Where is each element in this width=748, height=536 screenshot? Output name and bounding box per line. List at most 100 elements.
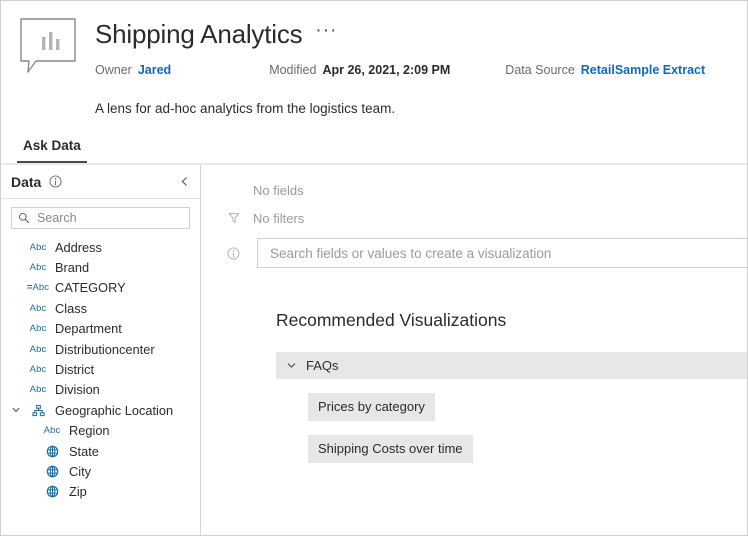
field-type-icon: Abc (25, 344, 51, 355)
field-row[interactable]: State (1, 441, 200, 461)
recommendation-chip[interactable]: Prices by category (308, 393, 435, 421)
ask-data-lens-page: Shipping Analytics ··· Owner Jared Modif… (0, 0, 748, 536)
recommended-visualizations-title: Recommended Visualizations (276, 310, 507, 330)
hierarchy-icon (25, 404, 51, 417)
modified-group: Modified Apr 26, 2021, 2:09 PM (269, 62, 450, 78)
page-header: Shipping Analytics ··· Owner Jared Modif… (1, 1, 747, 165)
field-row[interactable]: Zip (1, 482, 200, 502)
chevron-down-icon[interactable] (11, 405, 25, 415)
fields-row: No fields (201, 177, 747, 203)
text-field-icon: Abc (29, 323, 47, 335)
field-type-icon: Abc (25, 323, 51, 334)
datasource-label: Data Source (505, 63, 575, 77)
owner-group: Owner Jared (95, 62, 171, 78)
search-icon (18, 212, 30, 224)
recommendation-group-label: FAQs (306, 358, 339, 373)
text-field-icon: Abc (43, 425, 61, 437)
collapse-panel-button[interactable] (179, 176, 190, 187)
field-label: Division (55, 382, 100, 398)
field-type-icon: Abc (25, 384, 51, 395)
modified-label: Modified (269, 63, 317, 77)
recommendation-items: Prices by category Shipping Costs over ti… (308, 379, 747, 463)
ask-data-lens-icon (19, 17, 77, 75)
field-row[interactable]: =Abc CATEGORY (1, 278, 200, 298)
owner-link[interactable]: Jared (138, 62, 171, 78)
text-field-icon: Abc (29, 262, 47, 274)
field-label: City (69, 463, 92, 479)
main-panel: No fields No filters Search fields or va… (201, 165, 747, 535)
tab-label: Ask Data (23, 138, 81, 153)
no-fields-text: No fields (253, 182, 304, 198)
field-label: Department (55, 321, 122, 337)
field-row[interactable]: Abc Division (1, 380, 200, 400)
field-label: Distributioncenter (55, 341, 155, 357)
field-label: Brand (55, 260, 90, 276)
text-field-icon: Abc (29, 302, 47, 314)
tab-ask-data[interactable]: Ask Data (17, 134, 87, 163)
info-icon[interactable] (49, 175, 62, 188)
search-box[interactable] (11, 207, 190, 229)
page-body: Data Search Abc Address Abc Brand =Abc C… (1, 165, 747, 535)
info-icon[interactable] (227, 246, 253, 260)
field-row[interactable]: Abc Class (1, 298, 200, 318)
filter-icon (227, 211, 253, 225)
text-field-icon: Abc (29, 241, 47, 253)
overflow-menu-button[interactable]: ··· (315, 21, 337, 43)
datasource-group: Data Source RetailSample Extract (505, 62, 705, 78)
tab-bar: Ask Data (1, 134, 747, 165)
field-type-icon (39, 485, 65, 498)
sidebar-search-wrap (1, 199, 200, 235)
field-type-icon (39, 465, 65, 478)
field-label: Address (55, 239, 102, 255)
recommendation-group-header[interactable]: FAQs (276, 352, 747, 379)
geographic-field-icon (46, 485, 59, 498)
text-field-icon: Abc (29, 364, 47, 376)
field-row[interactable]: Abc Address (1, 237, 200, 257)
recommendation-item-row: Prices by category (308, 379, 747, 421)
geographic-field-icon (46, 465, 59, 478)
field-type-icon: Abc (25, 262, 51, 273)
title-block: Shipping Analytics ··· Owner Jared Modif… (95, 15, 705, 78)
field-type-icon: Abc (25, 364, 51, 375)
field-label: State (69, 443, 99, 459)
text-field-icon: Abc (29, 343, 47, 355)
field-row[interactable]: Abc Distributioncenter (1, 339, 200, 359)
field-row[interactable]: Abc Region (1, 421, 200, 441)
datasource-link[interactable]: RetailSample Extract (581, 62, 705, 78)
field-type-icon: Abc (39, 425, 65, 436)
query-input[interactable] (257, 238, 747, 268)
data-panel-header: Data (1, 165, 200, 199)
owner-label: Owner (95, 63, 132, 77)
lens-description: A lens for ad-hoc analytics from the log… (95, 101, 396, 116)
recommendation-groups: FAQs Prices by category Shipping Costs ove… (201, 352, 747, 463)
title-row: Shipping Analytics ··· Owner Jared Modif… (1, 15, 747, 78)
chevron-down-icon[interactable] (276, 360, 306, 371)
search-input[interactable] (37, 209, 167, 227)
field-row[interactable]: Abc District (1, 359, 200, 379)
field-list[interactable]: Abc Address Abc Brand =Abc CATEGORY Abc Class Ab… (1, 235, 200, 535)
field-type-icon: =Abc (25, 282, 51, 293)
field-label: District (55, 362, 95, 378)
field-row[interactable]: City (1, 461, 200, 481)
field-row[interactable]: Abc Brand (1, 257, 200, 277)
field-type-icon: Abc (25, 303, 51, 314)
recommendation-item-row: Shipping Costs over time (308, 421, 747, 463)
data-panel-title: Data (11, 173, 42, 190)
recommendation-chip[interactable]: Shipping Costs over time (308, 435, 473, 463)
geographic-field-icon (46, 445, 59, 458)
filters-row: No filters (201, 205, 747, 231)
field-type-icon: Abc (25, 242, 51, 253)
text-field-icon: Abc (29, 384, 47, 396)
field-label: CATEGORY (55, 280, 126, 296)
field-label: Region (69, 423, 110, 439)
field-row[interactable]: Abc Department (1, 319, 200, 339)
data-sidebar: Data Search Abc Address Abc Brand =Abc C… (1, 165, 201, 535)
field-row[interactable]: Geographic Location (1, 400, 200, 420)
field-label: Class (55, 300, 87, 316)
metadata-row: Owner Jared Modified Apr 26, 2021, 2:09 … (95, 62, 705, 78)
modified-value: Apr 26, 2021, 2:09 PM (322, 63, 451, 77)
field-label: Geographic Location (55, 402, 174, 418)
calculated-text-field-icon: =Abc (26, 282, 50, 294)
field-type-icon (39, 445, 65, 458)
no-filters-text: No filters (253, 210, 305, 226)
